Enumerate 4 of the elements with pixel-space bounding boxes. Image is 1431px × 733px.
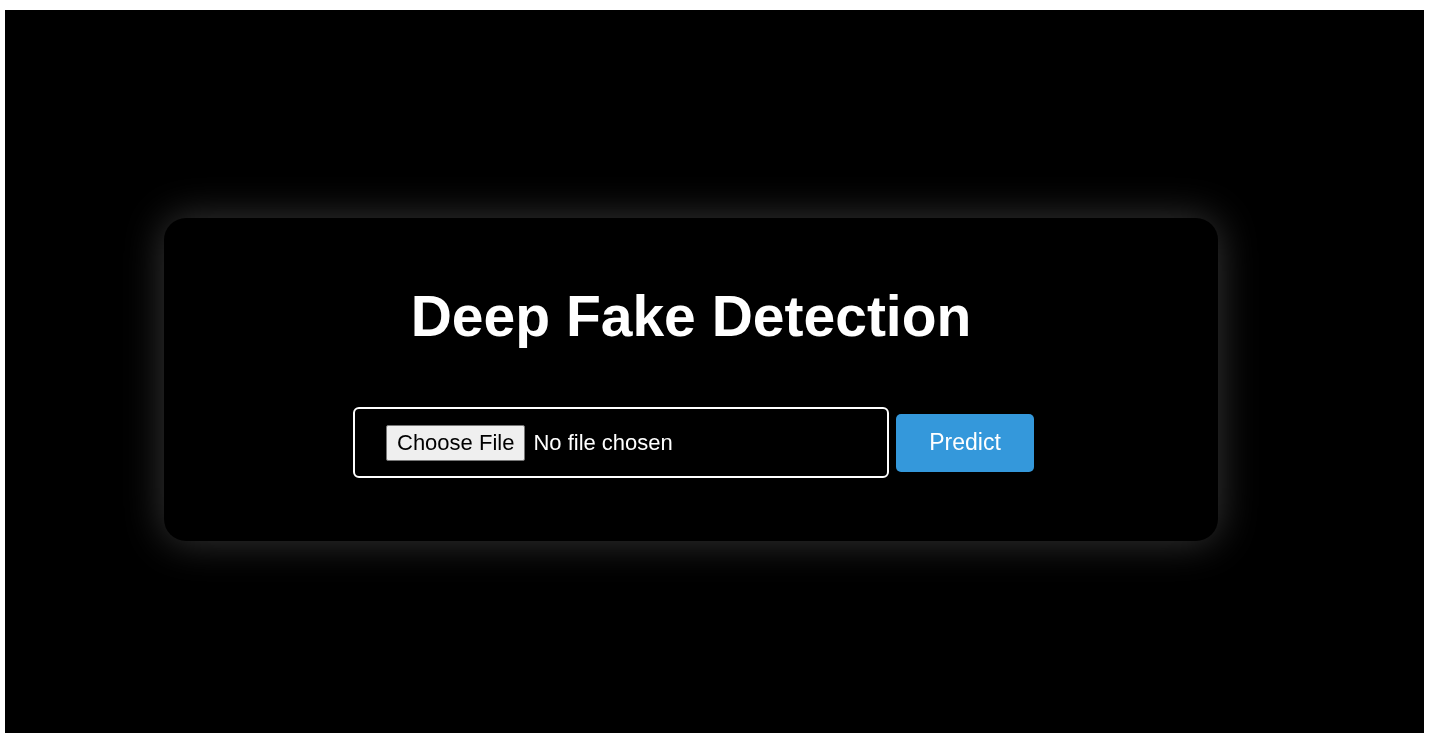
page-title: Deep Fake Detection <box>410 283 972 350</box>
file-status: No file chosen <box>533 429 673 456</box>
choose-file-button[interactable]: Choose File <box>386 424 526 461</box>
file-input[interactable]: Choose File No file chosen <box>353 407 889 478</box>
